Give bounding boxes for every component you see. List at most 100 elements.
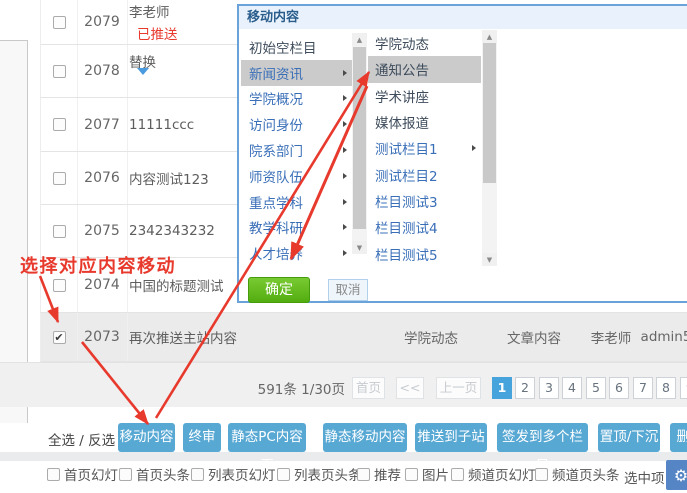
scroll-down-icon[interactable]: ▼ <box>352 241 367 254</box>
flag-home-headline[interactable]: 首页头条 <box>119 464 190 484</box>
row-title[interactable]: 内容测试123 <box>129 168 209 188</box>
flag-list-slide[interactable]: 列表页幻灯 <box>191 464 276 484</box>
row-checkbox[interactable] <box>53 172 66 185</box>
confirm-button[interactable]: 确定 <box>248 277 310 303</box>
static-pc-page-button[interactable]: 静态PC内容页 <box>228 423 306 452</box>
publish-to-columns-button[interactable]: 签发到多个栏目 <box>497 423 588 452</box>
row-checkbox[interactable] <box>53 225 66 238</box>
row-title[interactable]: 李老师 <box>129 1 170 21</box>
expand-arrow-icon <box>343 121 347 127</box>
page-button[interactable]: 6 <box>609 377 629 399</box>
row-title[interactable]: 2342343232 <box>129 223 215 239</box>
column-item[interactable]: 栏目测试3 <box>368 188 481 214</box>
pin-sink-button[interactable]: 置顶/下沉 <box>598 423 660 452</box>
row-title[interactable]: 中国的标题测试 <box>129 275 224 295</box>
page-button-active[interactable]: 1 <box>492 377 512 399</box>
move-content-dialog: 移动内容 初始空栏目 新闻资讯 学院概况 访问身份 院系部门 师资队伍 重点学科… <box>237 4 687 303</box>
move-content-button[interactable]: 移动内容 <box>118 423 175 452</box>
scrollbar-thumb[interactable] <box>483 43 496 183</box>
flag-list-headline[interactable]: 列表页头条 <box>277 464 362 484</box>
flag-home-slide[interactable]: 首页幻灯 <box>47 464 118 484</box>
column-item[interactable]: 院系部门 <box>241 137 352 163</box>
column-item[interactable]: 重点学科 <box>241 189 352 215</box>
source-column-list: 初始空栏目 新闻资讯 学院概况 访问身份 院系部门 师资队伍 重点学科 教学科研… <box>241 34 352 266</box>
column-item[interactable]: 栏目测试4 <box>368 214 481 240</box>
gear-icon: ⚙ <box>674 466 687 485</box>
row-category: 学院动态 <box>381 313 481 361</box>
column-item[interactable]: 媒体报道 <box>368 109 481 135</box>
flag-checkbox[interactable] <box>451 468 464 481</box>
expand-arrow-icon <box>343 250 347 256</box>
select-all-toggle[interactable]: 全选 / 反选 <box>48 429 115 449</box>
apply-settings-button[interactable]: ⚙ <box>666 460 687 490</box>
scrollbar-thumb[interactable] <box>353 47 366 229</box>
column-item[interactable]: 测试栏目2 <box>368 161 481 187</box>
row-id: 2077 <box>77 98 128 151</box>
column-item[interactable]: 人才培养 <box>241 240 352 266</box>
right-list-scrollbar[interactable]: ▲ ▼ <box>482 30 497 266</box>
row-title[interactable]: 11111ccc <box>129 117 194 133</box>
expand-arrow-icon <box>343 173 347 179</box>
flag-checkbox[interactable] <box>535 468 548 481</box>
column-item[interactable]: 访问身份 <box>241 111 352 137</box>
expand-arrow-icon <box>343 147 347 153</box>
flag-image[interactable]: 图片 <box>405 464 449 484</box>
page-button[interactable]: 5 <box>586 377 606 399</box>
column-item[interactable]: 测试栏目1 <box>368 135 481 161</box>
expand-arrow-icon <box>343 199 347 205</box>
column-item[interactable]: 学院动态 <box>368 30 481 56</box>
expand-arrow-icon <box>343 70 347 76</box>
flag-checkbox[interactable] <box>405 468 418 481</box>
page-button[interactable]: 4 <box>562 377 582 399</box>
column-item[interactable]: 初始空栏目 <box>241 34 352 60</box>
scroll-up-icon[interactable]: ▲ <box>482 30 497 43</box>
target-column-list: 学院动态 通知公告 学术讲座 媒体报道 测试栏目1 测试栏目2 栏目测试3 栏目… <box>368 30 481 267</box>
row-checkbox-checked[interactable]: ✔ <box>53 331 66 344</box>
flag-checkbox[interactable] <box>357 468 370 481</box>
row-id: 2075 <box>77 205 128 257</box>
flag-checkbox[interactable] <box>277 468 290 481</box>
row-checkbox[interactable] <box>53 279 66 292</box>
final-review-button[interactable]: 终审 <box>183 423 221 452</box>
flag-channel-headline[interactable]: 频道页头条 <box>535 464 620 484</box>
static-mobile-button[interactable]: 静态移动内容 <box>323 423 407 452</box>
row-checkbox[interactable] <box>53 16 66 29</box>
column-item[interactable]: 教学科研 <box>241 215 352 241</box>
fast-prev-button[interactable]: << <box>396 377 424 399</box>
column-item[interactable]: 师资队伍 <box>241 163 352 189</box>
status-badge: 已推送 <box>137 23 178 43</box>
table-row-selected: ✔ 2073 再次推送主站内容 学院动态 文章内容 李老师 admin5 <box>40 313 687 362</box>
selected-items-label: 选中项: <box>624 467 669 487</box>
page-button[interactable]: 8 <box>656 377 676 399</box>
prev-page-button[interactable]: 上一页 <box>436 377 481 399</box>
flag-recommend[interactable]: 推荐 <box>357 464 401 484</box>
annotation-hint-text: 选择对应内容移动 <box>20 252 176 278</box>
page-button[interactable]: 3 <box>539 377 559 399</box>
left-list-scrollbar[interactable]: ▲ ▼ <box>352 33 367 254</box>
column-item-selected[interactable]: 新闻资讯 <box>241 60 352 86</box>
row-checkbox[interactable] <box>53 118 66 131</box>
push-to-subsite-button[interactable]: 推送到子站 <box>415 423 487 452</box>
page-button[interactable]: 7 <box>633 377 653 399</box>
page-button[interactable]: 9 <box>680 377 687 399</box>
row-title[interactable]: 再次推送主站内容 <box>129 327 237 347</box>
page-button[interactable]: 2 <box>515 377 535 399</box>
flag-checkbox[interactable] <box>191 468 204 481</box>
check-icon: ✔ <box>54 332 63 343</box>
expand-arrow-icon <box>343 95 347 101</box>
flag-checkbox[interactable] <box>47 468 60 481</box>
flag-channel-slide[interactable]: 频道页幻灯 <box>451 464 536 484</box>
row-id: 2078 <box>77 45 128 97</box>
scroll-down-icon[interactable]: ▼ <box>482 253 497 266</box>
column-item-selected[interactable]: 通知公告 <box>368 56 481 82</box>
column-item[interactable]: 学术讲座 <box>368 83 481 109</box>
column-item[interactable]: 栏目测试5 <box>368 240 481 266</box>
cancel-button[interactable]: 取消 <box>328 279 368 301</box>
expand-arrow-icon <box>343 224 347 230</box>
delete-button[interactable]: 删除 <box>670 423 687 452</box>
first-page-button[interactable]: 首页 <box>352 377 385 399</box>
row-checkbox[interactable] <box>53 65 66 78</box>
flag-checkbox[interactable] <box>119 468 132 481</box>
scroll-up-icon[interactable]: ▲ <box>352 33 367 46</box>
column-item[interactable]: 学院概况 <box>241 86 352 112</box>
